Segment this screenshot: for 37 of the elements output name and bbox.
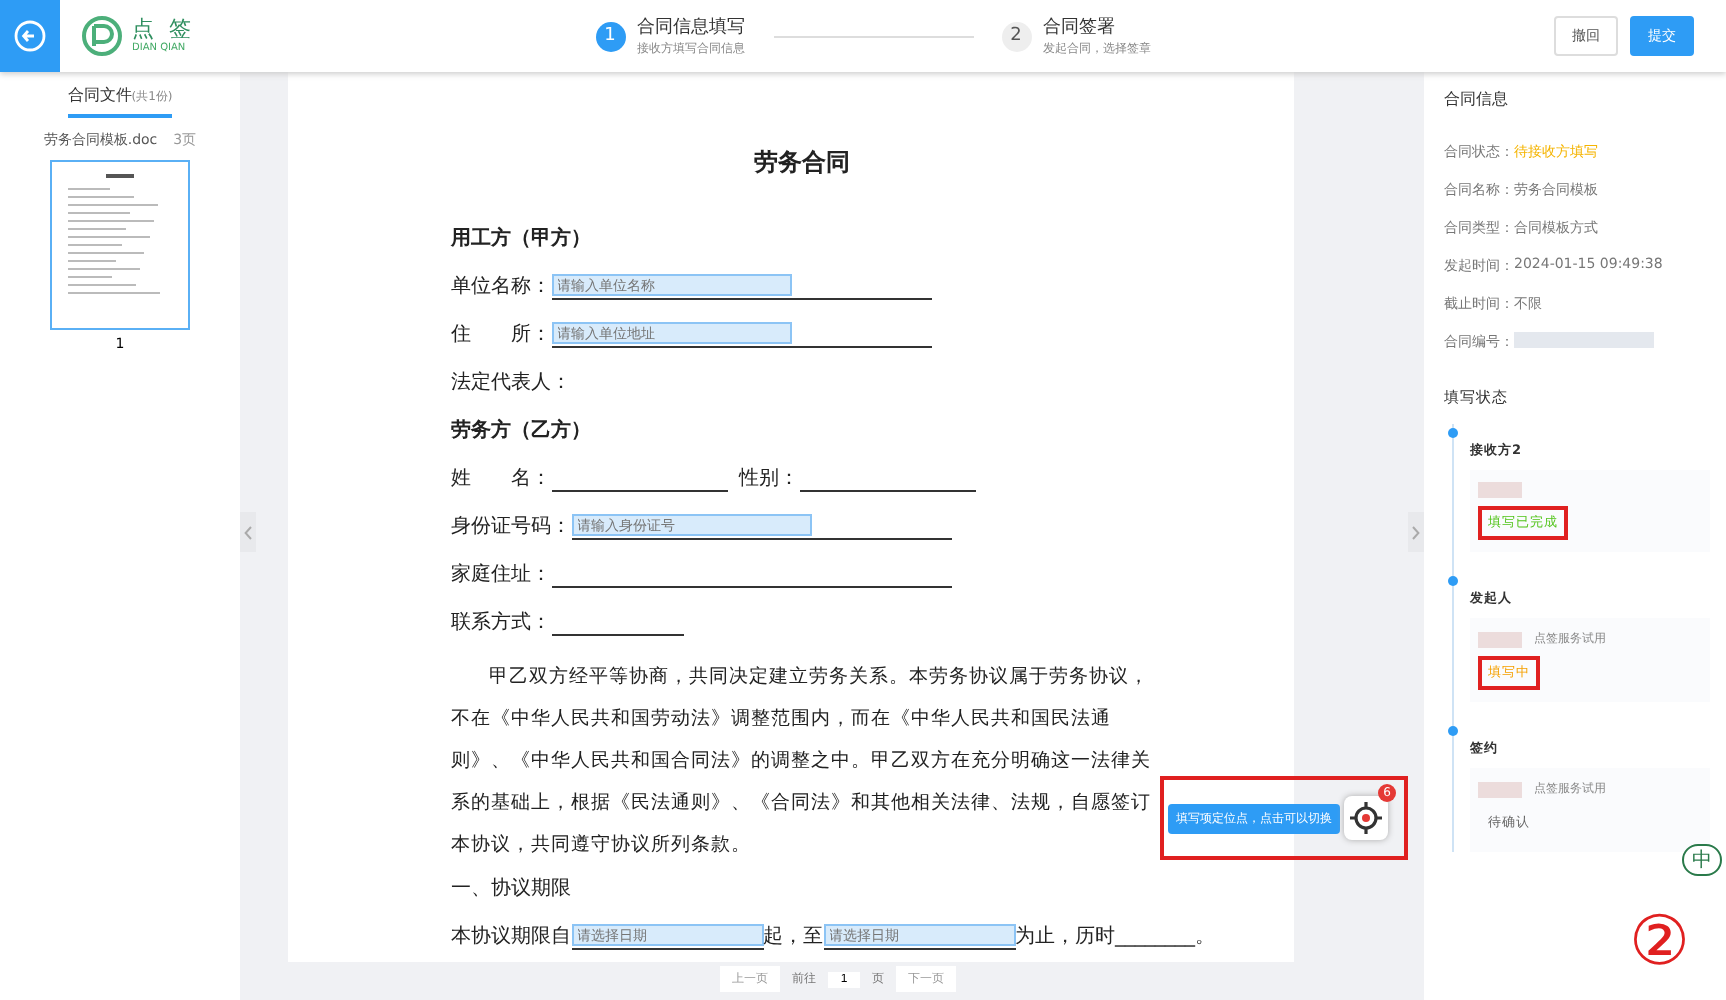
- collapse-handle[interactable]: [1408, 512, 1424, 552]
- document-paragraph: 甲乙双方经平等协商，共同决定建立劳务关系。本劳务协议属于劳务协议，不在《中华人民共和国劳动法》调整范围内，而在《中华人民共和国民法通则》、《中华人民共和国合同法》的调整之中。甲乙双方在充分明确这一法律关系的基础上，根据《民法通则》、《合同法》和其他相关法律、法规，自愿签订本协议，共同遵守协议所列条款。: [451, 664, 1153, 860]
- field-label: 住 所：: [451, 321, 551, 348]
- field-label: 家庭住址：: [451, 561, 551, 588]
- input-method-icon[interactable]: 中: [1682, 844, 1722, 876]
- section-heading: 劳务方（乙方）: [451, 416, 593, 444]
- avatar-placeholder: [1478, 482, 1522, 498]
- document-text: 法定代表人：: [451, 369, 573, 396]
- field-label: 单位名称：: [451, 273, 551, 300]
- document-text: 本协议期限自: [451, 923, 571, 950]
- field-label: 联系方式：: [451, 609, 551, 636]
- avatar-placeholder: [1478, 781, 1522, 797]
- logo-icon: [80, 14, 124, 58]
- section-heading: 用工方（甲方）: [451, 224, 593, 252]
- redacted-value: [1514, 332, 1654, 348]
- chevron-right-icon: [1412, 525, 1420, 539]
- step-title: 合同签署: [1043, 15, 1117, 40]
- locate-button[interactable]: [1344, 796, 1388, 840]
- step-title: 合同信息填写: [637, 15, 745, 40]
- chevron-left-icon: [244, 525, 252, 539]
- step-number: 2: [1001, 21, 1031, 51]
- field-label: 性别：: [739, 465, 799, 492]
- document-title: 劳务合同: [752, 146, 852, 180]
- document-text: 一、协议期限: [451, 875, 573, 902]
- collapse-handle[interactable]: [240, 512, 256, 552]
- page-thumbnail[interactable]: [50, 160, 190, 330]
- annotation-number: ②: [1629, 908, 1690, 976]
- field-label: 身份证号码：: [451, 514, 571, 540]
- document-text: 为止，历时________。: [1015, 923, 1215, 950]
- field-label: 姓 名：: [451, 466, 551, 492]
- step-number: 1: [595, 21, 625, 51]
- panel-title: 合同信息: [1444, 88, 1510, 110]
- logo-text: 点 签: [132, 17, 195, 41]
- avatar-placeholder: [1478, 631, 1522, 647]
- document-text: 起，至: [763, 923, 823, 950]
- crosshair-icon: [1350, 802, 1382, 834]
- back-button[interactable]: [0, 0, 60, 72]
